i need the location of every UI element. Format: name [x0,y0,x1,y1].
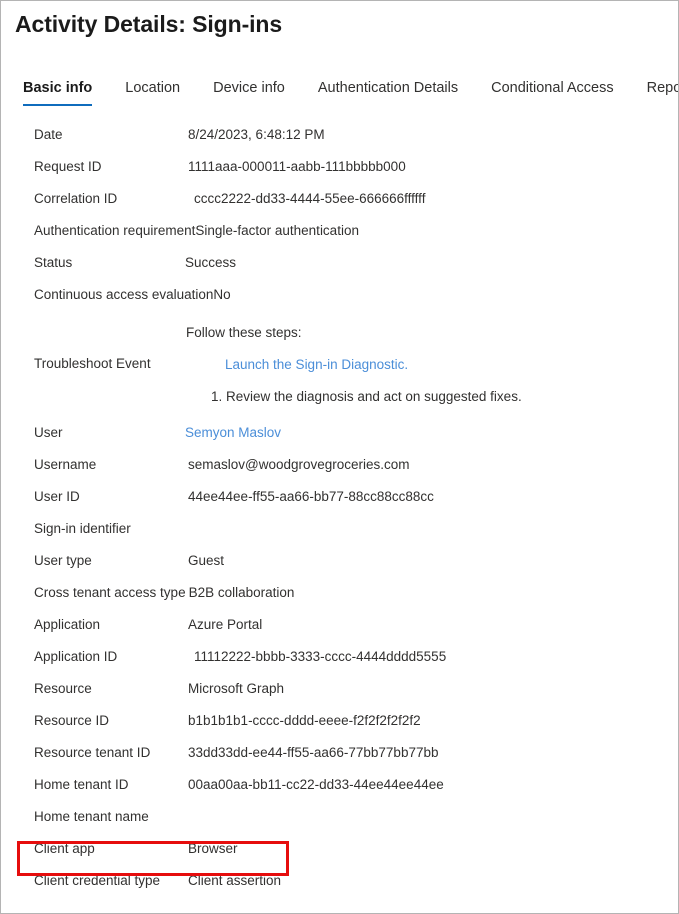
detail-value: 44ee44ee-ff55-aa66-bb77-88cc88cc88cc [188,489,434,504]
detail-row-resource: Resource Microsoft Graph [1,673,678,705]
activity-details-panel: Activity Details: Sign-ins Basic info Lo… [0,0,679,914]
detail-value: Azure Portal [188,617,263,632]
detail-value: B2B collaboration [188,585,295,600]
detail-label: User ID [34,489,80,504]
detail-row-cross-tenant-access-type: Cross tenant access type B2B collaborati… [1,577,678,609]
detail-row-continuous-access-evaluation: Continuous access evaluation No [1,279,678,311]
detail-label: Application [34,617,101,632]
detail-value: No [213,287,231,302]
detail-value: Microsoft Graph [188,681,285,696]
detail-label: Resource [34,681,92,696]
tab-location[interactable]: Location [125,80,180,106]
detail-label: Resource ID [34,713,110,728]
detail-value: Browser [188,841,238,856]
detail-value: 8/24/2023, 6:48:12 PM [188,127,325,142]
detail-label: Cross tenant access type [34,585,186,600]
tab-device-info[interactable]: Device info [213,80,285,106]
tab-label: Conditional Access [491,80,614,96]
detail-row-client-app: Client app Browser [1,833,678,865]
detail-label: Home tenant ID [34,777,129,792]
detail-value: semaslov@woodgrovegroceries.com [188,457,410,472]
tab-label: Location [125,80,181,96]
detail-label: Application ID [34,649,118,664]
detail-row-authentication-requirement: Authentication requirement Single-factor… [1,215,678,247]
detail-label: Resource tenant ID [34,745,151,760]
detail-label: Troubleshoot Event [34,356,151,371]
detail-label: User [34,425,63,440]
tab-report-only[interactable]: Report-only [646,80,678,106]
detail-label: Client app [34,841,95,856]
detail-row-correlation-id: Correlation ID cccc2222-dd33-4444-55ee-6… [1,183,678,215]
detail-label: Home tenant name [34,809,149,824]
detail-value: Client assertion [188,873,282,888]
troubleshoot-lead-text: Follow these steps: [186,325,302,340]
detail-label: Client credential type [34,873,161,888]
detail-value: 1111aaa-000011-aabb-111bbbbb000 [188,159,406,174]
detail-row-username: Username semaslov@woodgrovegroceries.com [1,449,678,481]
detail-row-status: Status Success [1,247,678,279]
detail-row-resource-tenant-id: Resource tenant ID 33dd33dd-ee44-ff55-aa… [1,737,678,769]
detail-label: Correlation ID [34,191,118,206]
detail-row-signin-identifier: Sign-in identifier [1,513,678,545]
detail-row-home-tenant-name: Home tenant name [1,801,678,833]
detail-value: Success [185,255,237,270]
detail-label: Status [34,255,73,270]
detail-row-client-credential-type: Client credential type Client assertion [1,865,678,897]
detail-value: Single-factor authentication [195,223,359,238]
detail-row-date: Date 8/24/2023, 6:48:12 PM [1,119,678,151]
troubleshoot-step-1: 1. Review the diagnosis and act on sugge… [211,389,522,404]
detail-row-resource-id: Resource ID b1b1b1b1-cccc-dddd-eeee-f2f2… [1,705,678,737]
detail-value: 33dd33dd-ee44-ff55-aa66-77bb77bb77bb [188,745,439,760]
detail-row-user: User Semyon Maslov [1,417,678,449]
detail-value: cccc2222-dd33-4444-55ee-666666ffffff [194,191,426,206]
tab-conditional-access[interactable]: Conditional Access [491,80,614,106]
tab-basic-info[interactable]: Basic info [23,80,93,106]
detail-row-application-id: Application ID 11112222-bbbb-3333-cccc-4… [1,641,678,673]
detail-row-application: Application Azure Portal [1,609,678,641]
detail-label: Continuous access evaluation [34,287,214,302]
detail-label: Date [34,127,63,142]
detail-value: Guest [188,553,225,568]
tab-label: Authentication Details [317,80,459,96]
launch-signin-diagnostic-link[interactable]: Launch the Sign-in Diagnostic. [185,349,678,381]
detail-label: User type [34,553,92,568]
detail-row-user-id: User ID 44ee44ee-ff55-aa66-bb77-88cc88cc… [1,481,678,513]
troubleshoot-body: Follow these steps: Launch the Sign-in D… [185,315,678,413]
tab-label: Report-only [646,80,678,96]
detail-value: 11112222-bbbb-3333-cccc-4444dddd5555 [194,649,447,664]
user-link[interactable]: Semyon Maslov [185,417,678,449]
tab-label: Basic info [23,80,93,96]
tab-label: Device info [213,80,285,96]
detail-label: Sign-in identifier [34,521,131,536]
tab-bar: Basic info Location Device info Authenti… [23,80,678,114]
detail-label: Username [34,457,97,472]
detail-value: b1b1b1b1-cccc-dddd-eeee-f2f2f2f2f2f2 [188,713,421,728]
detail-value: 00aa00aa-bb11-cc22-dd33-44ee44ee44ee [188,777,444,792]
details-list: Date 8/24/2023, 6:48:12 PM Request ID 11… [1,119,678,897]
detail-row-user-type: User type Guest [1,545,678,577]
tab-authentication-details[interactable]: Authentication Details [318,80,458,106]
detail-label: Request ID [34,159,102,174]
page-title: Activity Details: Sign-ins [15,11,283,37]
detail-row-home-tenant-id: Home tenant ID 00aa00aa-bb11-cc22-dd33-4… [1,769,678,801]
detail-label: Authentication requirement [34,223,196,238]
detail-row-troubleshoot-event: Troubleshoot Event Follow these steps: L… [1,311,678,417]
detail-row-request-id: Request ID 1111aaa-000011-aabb-111bbbbb0… [1,151,678,183]
